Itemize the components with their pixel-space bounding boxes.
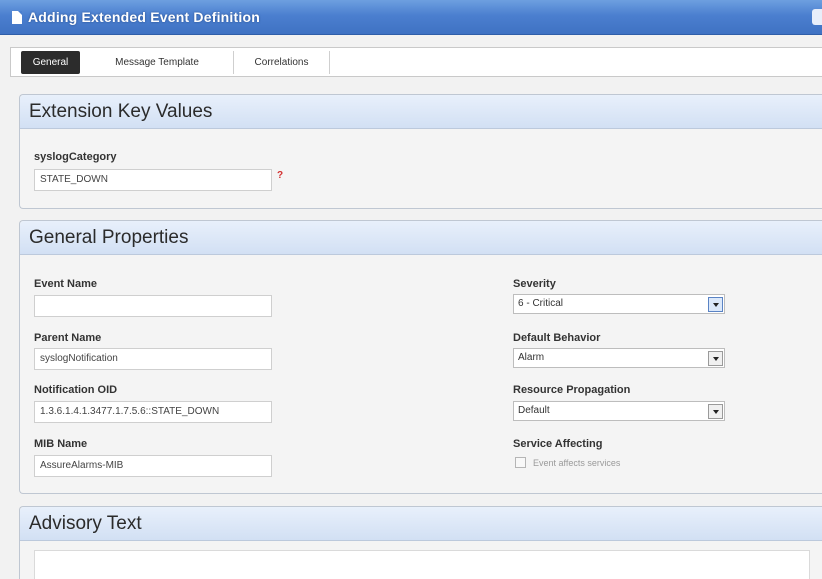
notification-oid-label: Notification OID: [34, 384, 118, 396]
panel-title: Extension Key Values: [20, 95, 822, 129]
tab-bar: General Message Template Correlations: [10, 47, 822, 77]
advisory-text-panel: Advisory Text: [19, 506, 822, 579]
chevron-down-icon[interactable]: [708, 404, 723, 419]
tab-message-template[interactable]: Message Template: [81, 51, 234, 74]
syslog-category-label: syslogCategory: [34, 151, 117, 163]
panel-title: General Properties: [20, 221, 822, 255]
dialog-window: Adding Extended Event Definition General…: [0, 0, 822, 579]
advisory-text-area[interactable]: [34, 550, 810, 579]
required-marker: ?: [277, 170, 284, 181]
document-icon: [12, 11, 22, 24]
default-behavior-value: Alarm: [518, 352, 545, 363]
severity-label: Severity: [513, 278, 556, 290]
window-title: Adding Extended Event Definition: [28, 9, 260, 25]
notification-oid-input[interactable]: 1.3.6.1.4.1.3477.1.7.5.6::STATE_DOWN: [34, 401, 272, 423]
panel-title: Advisory Text: [20, 507, 822, 541]
resource-propagation-label: Resource Propagation: [513, 384, 631, 396]
tab-correlations[interactable]: Correlations: [234, 51, 330, 74]
parent-name-label: Parent Name: [34, 332, 102, 344]
resource-propagation-value: Default: [518, 405, 550, 416]
default-behavior-select[interactable]: Alarm: [513, 348, 725, 368]
service-affecting-checkbox-label: Event affects services: [533, 458, 621, 468]
chevron-down-icon[interactable]: [708, 297, 723, 312]
event-name-label: Event Name: [34, 278, 97, 290]
syslog-category-input[interactable]: STATE_DOWN: [34, 169, 272, 191]
mib-name-input[interactable]: AssureAlarms-MIB: [34, 455, 272, 477]
tab-general[interactable]: General: [21, 51, 80, 74]
service-affecting-checkbox[interactable]: [515, 457, 526, 468]
title-bar: Adding Extended Event Definition: [0, 0, 822, 35]
default-behavior-label: Default Behavior: [513, 332, 601, 344]
extension-key-values-panel: Extension Key Values syslogCategory STAT…: [19, 94, 822, 209]
severity-select[interactable]: 6 - Critical: [513, 294, 725, 314]
general-properties-panel: General Properties Event Name Parent Nam…: [19, 220, 822, 494]
resource-propagation-select[interactable]: Default: [513, 401, 725, 421]
chevron-down-icon[interactable]: [708, 351, 723, 366]
close-icon[interactable]: [812, 9, 822, 25]
parent-name-input[interactable]: syslogNotification: [34, 348, 272, 370]
severity-value: 6 - Critical: [518, 298, 564, 309]
mib-name-label: MIB Name: [34, 438, 88, 450]
event-name-input[interactable]: [34, 295, 272, 317]
service-affecting-label: Service Affecting: [513, 438, 603, 450]
